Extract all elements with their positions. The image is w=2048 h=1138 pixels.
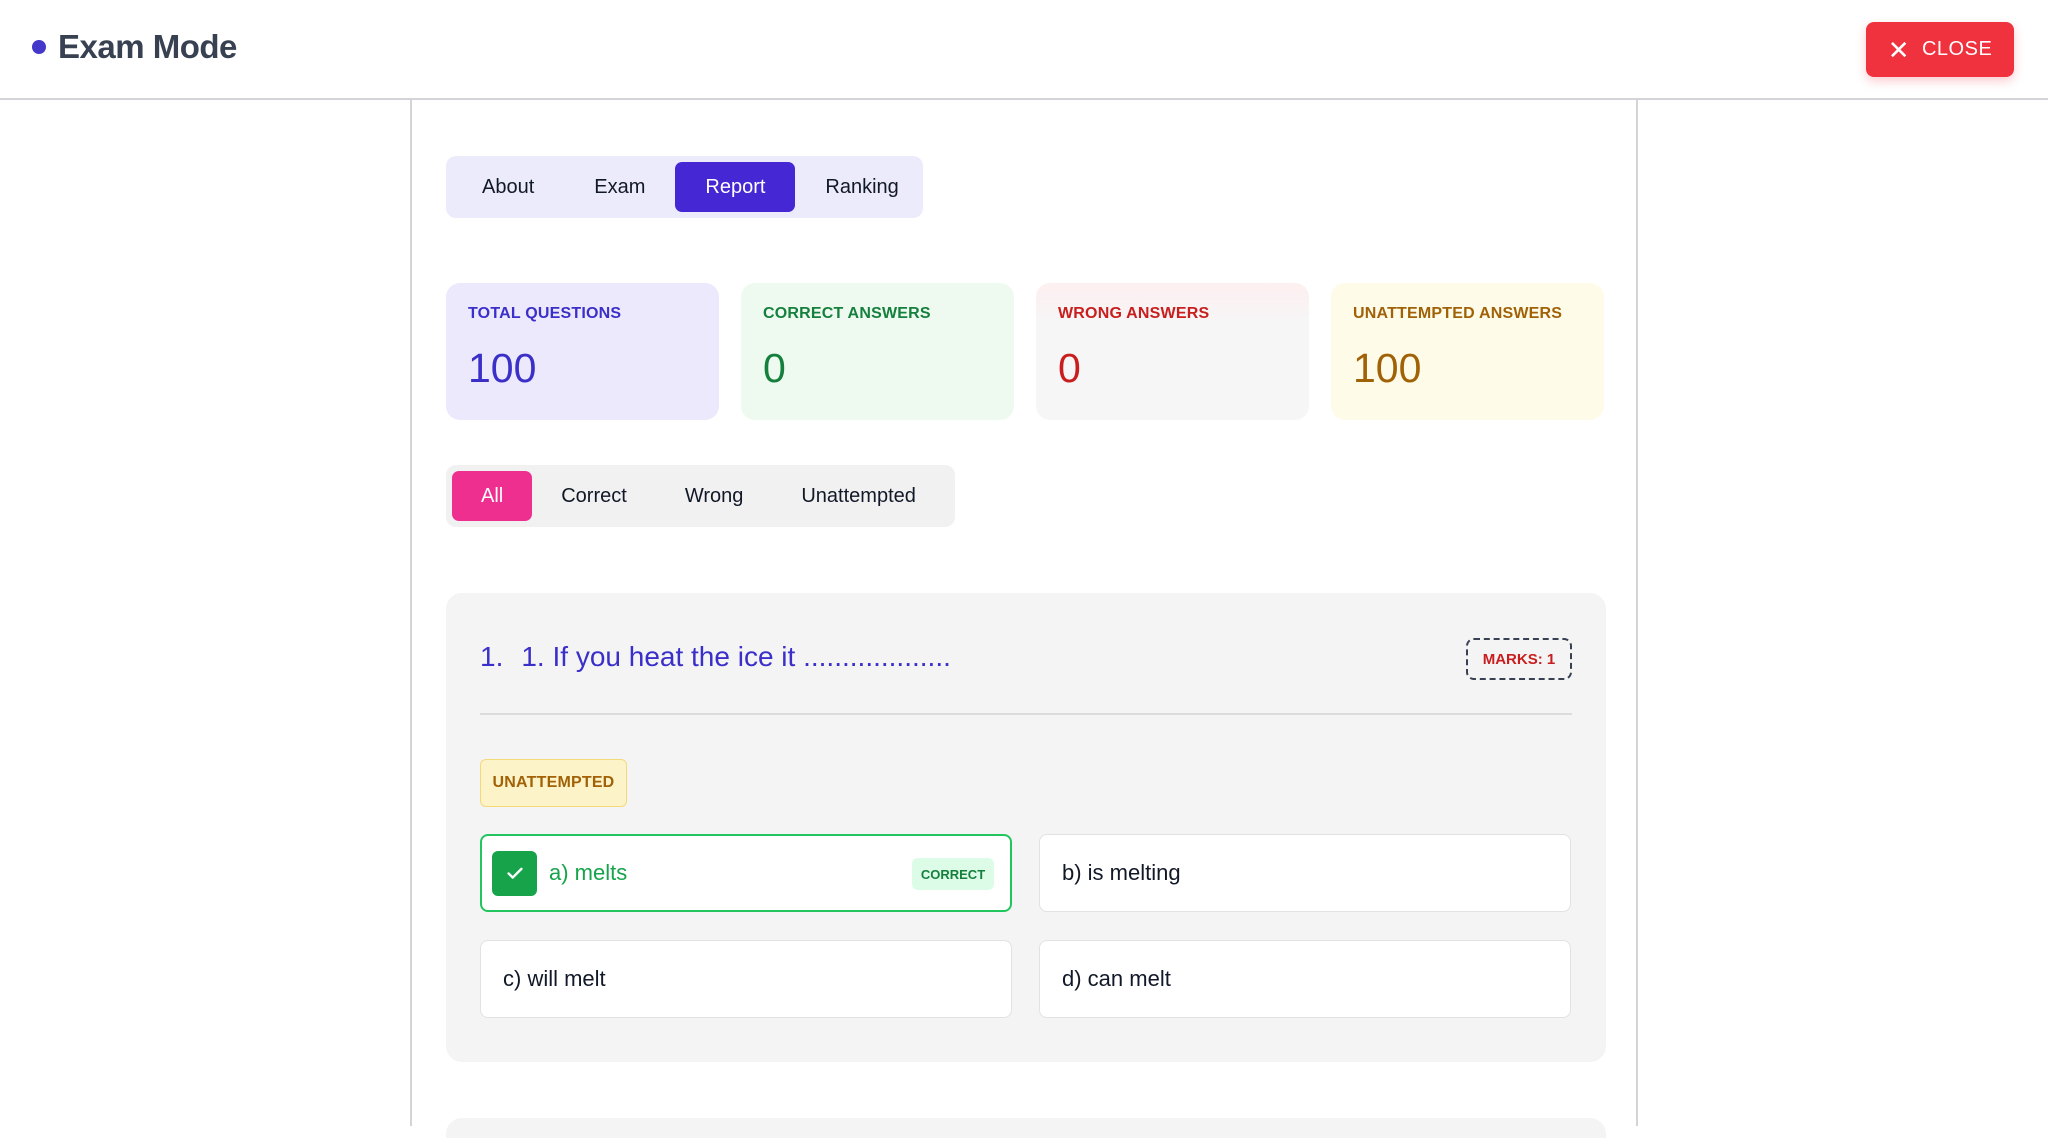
stat-label: UNATTEMPTED ANSWERS [1353, 305, 1563, 322]
stat-label: TOTAL QUESTIONS [468, 305, 622, 322]
status-dot-icon [32, 40, 46, 54]
question-number: 1. [480, 641, 504, 672]
check-icon [492, 850, 537, 896]
question-title: 1. 1. If you heat the ice it ...........… [480, 641, 951, 673]
top-bar: Exam Mode ✕ CLOSE [0, 0, 2048, 100]
filter-all[interactable]: All [452, 471, 533, 521]
close-icon: ✕ [1887, 34, 1910, 65]
tab-about[interactable]: About [452, 162, 564, 212]
option-a[interactable]: a) melts CORRECT [480, 834, 1012, 912]
question-text: 1. If you heat the ice it ..............… [521, 641, 951, 672]
stat-card-unattempted-answers: UNATTEMPTED ANSWERS 100 [1331, 283, 1604, 420]
option-label: b) is melting [1062, 860, 1181, 885]
option-b[interactable]: b) is melting [1039, 834, 1571, 912]
option-label: c) will melt [503, 966, 606, 991]
filter-bar: All Correct Wrong Unattempted [446, 465, 955, 527]
filter-unattempted[interactable]: Unattempted [772, 471, 945, 521]
question-card: 1. 1. If you heat the ice it ...........… [446, 593, 1606, 1062]
stat-value: 100 [1353, 345, 1422, 391]
option-label: a) melts [549, 860, 628, 885]
correct-tag: CORRECT [912, 858, 994, 890]
stat-card-total-questions: TOTAL QUESTIONS 100 [446, 283, 719, 420]
stat-card-correct-answers: CORRECT ANSWERS 0 [741, 283, 1014, 420]
stat-card-wrong-answers: WRONG ANSWERS 0 [1036, 283, 1309, 420]
stat-label: WRONG ANSWERS [1058, 305, 1210, 322]
stat-value: 0 [763, 345, 786, 391]
filter-correct[interactable]: Correct [532, 471, 656, 521]
main-content: About Exam Report Ranking TOTAL QUESTION… [410, 100, 1638, 1138]
stat-value: 0 [1058, 345, 1081, 391]
divider [480, 713, 1572, 715]
option-c[interactable]: c) will melt [480, 940, 1012, 1018]
tab-exam[interactable]: Exam [564, 162, 675, 212]
close-button[interactable]: ✕ CLOSE [1866, 22, 2014, 77]
page-title: Exam Mode [58, 28, 237, 65]
marks-badge: MARKS: 1 [1466, 638, 1572, 680]
close-button-label: CLOSE [1921, 38, 1993, 60]
filter-wrong[interactable]: Wrong [656, 471, 773, 521]
option-d[interactable]: d) can melt [1039, 940, 1571, 1018]
tab-ranking[interactable]: Ranking [795, 162, 928, 212]
stat-label: CORRECT ANSWERS [763, 305, 931, 322]
stat-value: 100 [468, 345, 537, 391]
next-question-card [446, 1118, 1606, 1138]
option-label: d) can melt [1062, 966, 1171, 991]
brand: Exam Mode [32, 28, 237, 66]
tab-bar: About Exam Report Ranking [446, 156, 923, 218]
status-badge: UNATTEMPTED [480, 759, 627, 807]
stats-row: TOTAL QUESTIONS 100 CORRECT ANSWERS 0 WR… [446, 283, 1604, 420]
tab-report[interactable]: Report [675, 162, 796, 212]
